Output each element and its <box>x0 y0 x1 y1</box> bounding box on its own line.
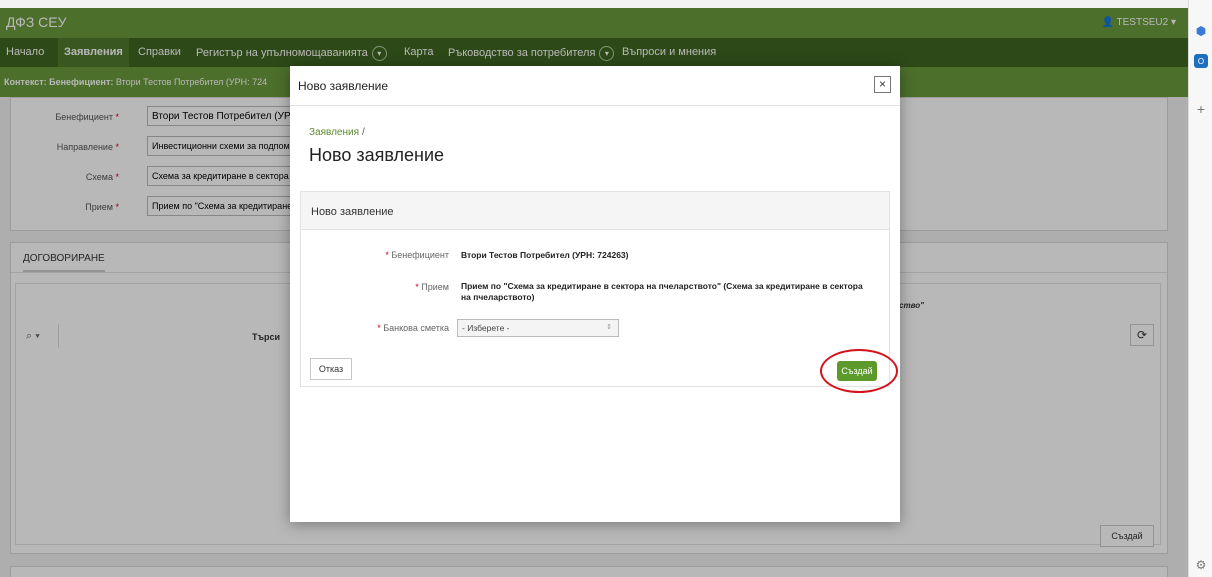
bank-account-selected: - Изберете - <box>462 323 510 333</box>
beneficiary-value: Втори Тестов Потребител (УРН: 724263) <box>461 250 629 260</box>
intake-label: * Прием <box>415 282 449 292</box>
beneficiary-label: * Бенефициент <box>385 250 449 260</box>
bank-account-select[interactable]: - Изберете - ⇕ <box>457 319 619 337</box>
breadcrumb-link-applications[interactable]: Заявления <box>309 127 359 138</box>
highlight-circle <box>820 349 898 393</box>
page-title: Ново заявление <box>309 145 445 165</box>
dialog-header: Ново заявление × <box>290 66 900 106</box>
form-card-header: Ново заявление <box>301 192 889 230</box>
application-window: ДФЗ СЕУ 👤 TESTSEU2 ▾ Начало Заявления Сп… <box>0 0 1188 577</box>
browser-side-panel: ⬢ O + ⚙ <box>1188 0 1212 577</box>
bank-account-label: * Банкова сметка <box>377 323 449 333</box>
form-card-title: Ново заявление <box>311 206 394 218</box>
gear-icon[interactable]: ⚙ <box>1192 556 1210 574</box>
form-card: Ново заявление * Бенефициент Втори Тесто… <box>300 191 890 387</box>
select-arrow-icon: ⇕ <box>606 324 612 331</box>
extension-icon[interactable]: ⬢ <box>1192 22 1210 40</box>
outlook-icon[interactable]: O <box>1194 54 1208 68</box>
cancel-button[interactable]: Отказ <box>310 358 352 380</box>
breadcrumb-separator: / <box>362 127 365 138</box>
dialog-title: Ново заявление <box>298 79 389 93</box>
new-application-dialog: Ново заявление × Заявления / Ново заявлен… <box>290 66 900 522</box>
close-icon[interactable]: × <box>874 76 891 93</box>
intake-value: Прием по "Схема за кредитиране в сектора… <box>461 281 863 302</box>
plus-icon[interactable]: + <box>1192 100 1210 118</box>
breadcrumb: Заявления / <box>309 127 365 138</box>
